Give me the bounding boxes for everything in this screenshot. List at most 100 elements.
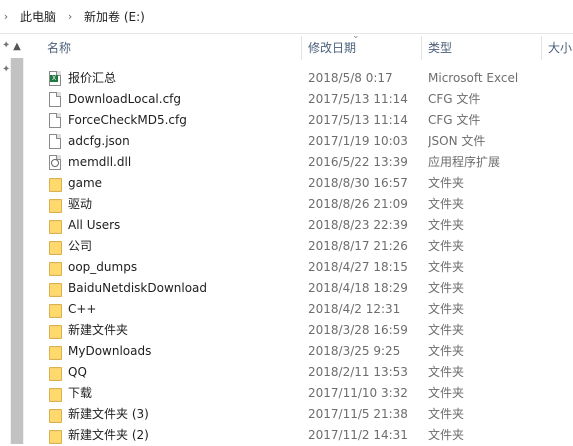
file-date: 2017/1/19 10:03 — [308, 134, 408, 148]
column-divider[interactable] — [421, 36, 422, 60]
column-header-date[interactable]: 修改日期 — [308, 34, 356, 62]
breadcrumb: › 此电脑 › 新加卷 (E:) — [0, 0, 573, 34]
breadcrumb-item-this-pc[interactable]: 此电脑 — [20, 8, 56, 25]
file-type: 文件夹 — [428, 365, 465, 379]
folder-icon — [48, 197, 62, 213]
folder-icon — [48, 428, 62, 444]
file-date: 2017/5/13 11:14 — [308, 92, 408, 106]
file-row[interactable]: All Users 2018/8/23 22:39 文件夹 — [30, 215, 573, 236]
file-name: 新建文件夹 (3) — [68, 407, 149, 421]
file-date: 2018/5/8 0:17 — [308, 71, 393, 85]
file-type: 文件夹 — [428, 302, 465, 316]
file-date: 2018/8/30 16:57 — [308, 176, 408, 190]
file-row[interactable]: C++ 2018/4/2 12:31 文件夹 — [30, 299, 573, 320]
dll-file-icon — [48, 155, 62, 170]
file-date: 2017/11/5 21:38 — [308, 407, 408, 421]
file-date: 2018/8/23 22:39 — [308, 218, 408, 232]
file-row[interactable]: 下载 2017/11/10 3:32 文件夹 — [30, 383, 573, 404]
file-row[interactable]: 驱动 2018/8/26 21:09 文件夹 — [30, 194, 573, 215]
file-name: 新建文件夹 (2) — [68, 428, 149, 442]
file-row[interactable]: BaiduNetdiskDownload 2018/4/18 18:29 文件夹 — [30, 278, 573, 299]
file-row[interactable]: 新建文件夹 (2) 2017/11/2 14:31 文件夹 — [30, 425, 573, 446]
file-row[interactable]: QQ 2018/2/11 13:53 文件夹 — [30, 362, 573, 383]
file-type: 文件夹 — [428, 197, 465, 211]
file-name: 下载 — [68, 386, 93, 400]
file-type: 文件夹 — [428, 218, 465, 232]
file-row[interactable]: 新建文件夹 (3) 2017/11/5 21:38 文件夹 — [30, 404, 573, 425]
file-name: ForceCheckMD5.cfg — [68, 113, 187, 127]
file-name: game — [68, 176, 103, 190]
folder-icon — [48, 176, 62, 192]
file-type: CFG 文件 — [428, 113, 481, 127]
file-row[interactable]: game 2018/8/30 16:57 文件夹 — [30, 173, 573, 194]
folder-icon — [48, 218, 62, 234]
file-date: 2018/4/2 12:31 — [308, 302, 401, 316]
file-date: 2017/11/2 14:31 — [308, 428, 408, 442]
file-name: C++ — [68, 302, 97, 316]
file-icon — [48, 92, 62, 107]
file-row[interactable]: X 报价汇总 2018/5/8 0:17 Microsoft Excel — [30, 68, 573, 89]
file-name: 报价汇总 — [68, 71, 117, 85]
column-header-row: 名称 修改日期 类型 大小 — [30, 34, 573, 62]
column-header-size[interactable]: 大小 — [548, 34, 572, 62]
file-row[interactable]: memdll.dll 2016/5/22 13:39 应用程序扩展 — [30, 152, 573, 173]
folder-icon — [48, 386, 62, 402]
folder-icon — [48, 302, 62, 318]
file-name: 驱动 — [68, 197, 93, 211]
file-type: 文件夹 — [428, 260, 465, 274]
file-date: 2018/4/27 18:15 — [308, 260, 408, 274]
scrollbar-thumb[interactable] — [11, 58, 23, 444]
folder-icon — [48, 344, 62, 360]
folder-icon — [48, 323, 62, 339]
file-date: 2017/5/13 11:14 — [308, 113, 408, 127]
chevron-right-icon[interactable]: › — [0, 10, 12, 23]
excel-file-icon: X — [48, 71, 62, 86]
file-type: 文件夹 — [428, 239, 465, 253]
file-list: X 报价汇总 2018/5/8 0:17 Microsoft Excel Downloa… — [30, 68, 573, 446]
file-date: 2017/11/10 3:32 — [308, 386, 408, 400]
chevron-right-icon[interactable]: › — [64, 10, 76, 23]
file-icon — [48, 134, 62, 149]
file-type: JSON 文件 — [428, 134, 486, 148]
file-row[interactable]: MyDownloads 2018/3/25 9:25 文件夹 — [30, 341, 573, 362]
column-header-type[interactable]: 类型 — [428, 34, 452, 62]
file-date: 2018/8/26 21:09 — [308, 197, 408, 211]
file-name: oop_dumps — [68, 260, 138, 274]
file-date: 2016/5/22 13:39 — [308, 155, 408, 169]
file-name: adcfg.json — [68, 134, 130, 148]
file-type: 应用程序扩展 — [428, 155, 501, 169]
folder-icon — [48, 260, 62, 276]
file-row[interactable]: oop_dumps 2018/4/27 18:15 文件夹 — [30, 257, 573, 278]
file-date: 2018/3/28 16:59 — [308, 323, 408, 337]
file-row[interactable]: 公司 2018/8/17 21:26 文件夹 — [30, 236, 573, 257]
file-name: 新建文件夹 — [68, 323, 129, 337]
breadcrumb-item-drive[interactable]: 新加卷 (E:) — [84, 8, 145, 25]
folder-icon — [48, 407, 62, 423]
file-type: CFG 文件 — [428, 92, 481, 106]
scroll-up-icon[interactable]: ▲ — [10, 40, 24, 54]
folder-icon — [48, 239, 62, 255]
column-divider[interactable] — [541, 36, 542, 60]
file-name: BaiduNetdiskDownload — [68, 281, 208, 295]
column-divider[interactable] — [301, 36, 302, 60]
folder-icon — [48, 365, 62, 381]
file-type: 文件夹 — [428, 428, 465, 442]
file-date: 2018/4/18 18:29 — [308, 281, 408, 295]
file-date: 2018/8/17 21:26 — [308, 239, 408, 253]
file-type: 文件夹 — [428, 407, 465, 421]
file-name: QQ — [68, 365, 87, 379]
folder-icon — [48, 281, 62, 297]
column-header-name[interactable]: 名称 — [47, 34, 71, 62]
file-name: memdll.dll — [68, 155, 132, 169]
file-row[interactable]: 新建文件夹 2018/3/28 16:59 文件夹 — [30, 320, 573, 341]
file-row[interactable]: adcfg.json 2017/1/19 10:03 JSON 文件 — [30, 131, 573, 152]
file-date: 2018/3/25 9:25 — [308, 344, 401, 358]
file-name: All Users — [68, 218, 121, 232]
file-type: 文件夹 — [428, 281, 465, 295]
file-name: 公司 — [68, 239, 93, 253]
file-type: 文件夹 — [428, 386, 465, 400]
file-row[interactable]: DownloadLocal.cfg 2017/5/13 11:14 CFG 文件 — [30, 89, 573, 110]
file-name: DownloadLocal.cfg — [68, 92, 182, 106]
file-row[interactable]: ForceCheckMD5.cfg 2017/5/13 11:14 CFG 文件 — [30, 110, 573, 131]
file-date: 2018/2/11 13:53 — [308, 365, 408, 379]
